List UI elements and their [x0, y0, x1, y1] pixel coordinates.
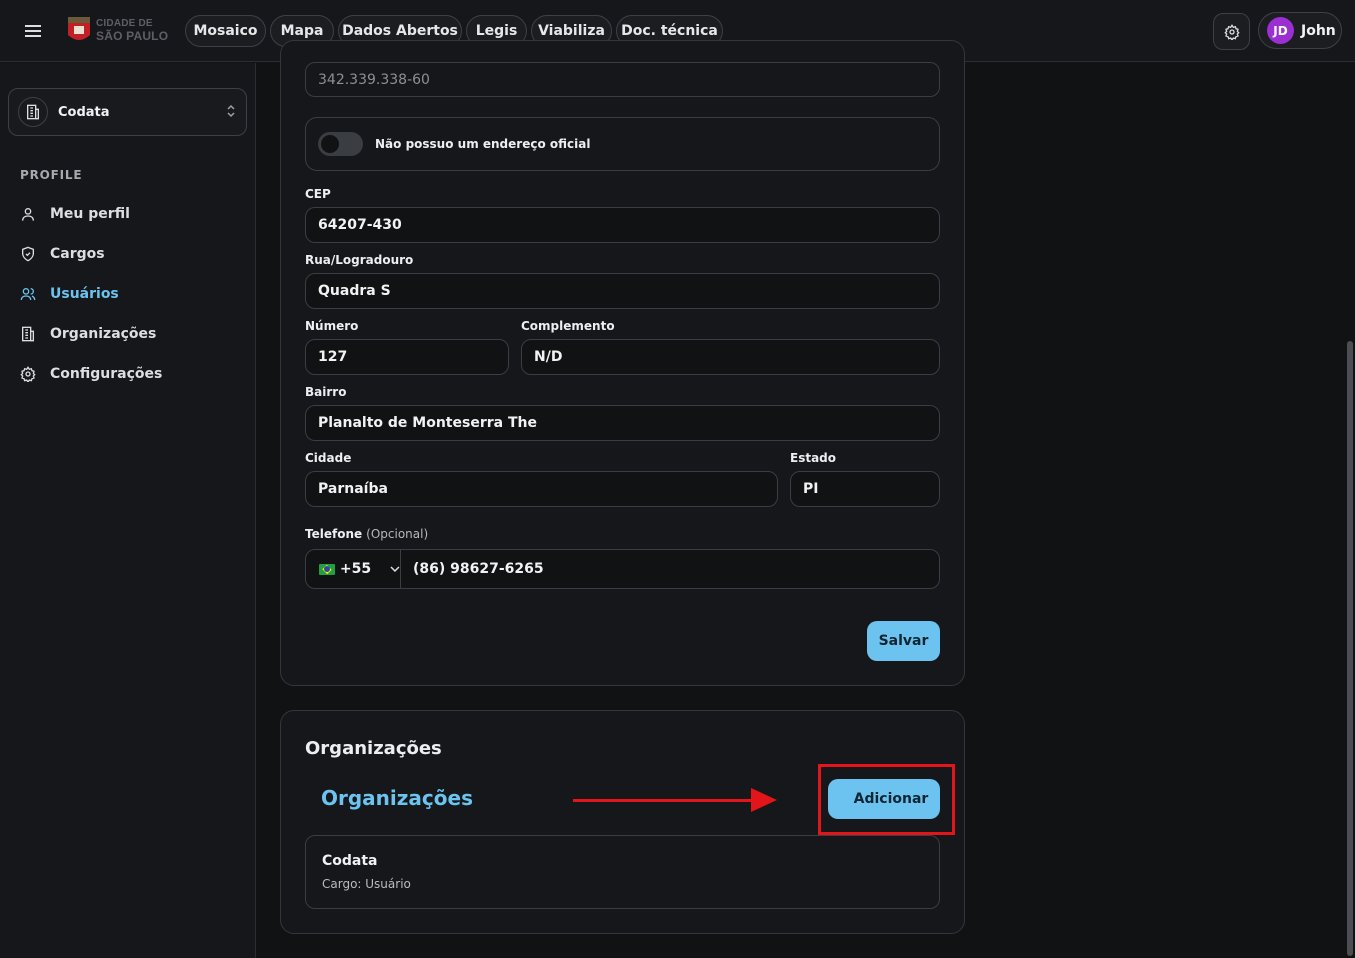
complement-field[interactable]: N/D — [521, 339, 940, 375]
shield-icon — [22, 246, 34, 262]
building-icon — [18, 97, 48, 127]
sidebar: Codata PROFILE Meu perfil Cargos Usuário… — [0, 63, 256, 958]
sidebar-item-configuracoes[interactable]: Configurações — [20, 362, 162, 386]
number-label: Número — [305, 319, 359, 333]
district-field[interactable]: Planalto de Monteserra The — [305, 405, 940, 441]
sidebar-item-label: Meu perfil — [50, 206, 130, 222]
phone-number-input[interactable]: (86) 98627-6265 — [401, 561, 544, 577]
settings-button[interactable] — [1213, 13, 1250, 50]
organization-selector[interactable]: Codata — [8, 88, 247, 136]
organization-role: Cargo: Usuário — [322, 877, 411, 891]
cep-field[interactable]: 64207-430 — [305, 207, 940, 243]
user-icon — [22, 208, 34, 221]
hamburger-menu-icon[interactable] — [20, 18, 46, 44]
city-logo[interactable]: CIDADE DE SÃO PAULO — [66, 14, 174, 46]
number-field[interactable]: 127 — [305, 339, 509, 375]
no-address-toggle-row: Não possuo um endereço oficial — [305, 117, 940, 171]
no-address-toggle[interactable] — [318, 132, 363, 156]
user-menu-button[interactable]: JD John — [1258, 12, 1342, 49]
city-crest-icon — [68, 17, 90, 40]
gear-icon — [1223, 23, 1240, 40]
chevron-up-down-icon — [227, 104, 235, 118]
chevron-down-icon — [390, 566, 400, 572]
district-label: Bairro — [305, 385, 347, 399]
no-address-toggle-label: Não possuo um endereço oficial — [375, 137, 591, 151]
organization-selector-label: Codata — [58, 104, 110, 120]
scrollbar[interactable] — [1342, 63, 1355, 958]
cep-label: CEP — [305, 187, 331, 201]
save-button[interactable]: Salvar — [867, 621, 940, 661]
nav-mosaico[interactable]: Mosaico — [185, 15, 266, 47]
organization-name: Codata — [322, 853, 378, 869]
sidebar-item-label: Usuários — [50, 286, 119, 302]
complement-label: Complemento — [521, 319, 615, 333]
toggle-knob — [321, 135, 339, 153]
scrollbar-thumb[interactable] — [1347, 341, 1353, 956]
street-field[interactable]: Quadra S — [305, 273, 940, 309]
building-icon — [21, 326, 34, 342]
phone-field: +55 (86) 98627-6265 — [305, 549, 940, 589]
cpf-field: 342.339.338-60 — [305, 62, 940, 97]
phone-label: Telefone (Opcional) — [305, 527, 428, 541]
avatar: JD — [1267, 17, 1294, 44]
sidebar-item-cargos[interactable]: Cargos — [20, 242, 105, 266]
city-field[interactable]: Parnaíba — [305, 471, 778, 507]
sidebar-section-label: PROFILE — [20, 168, 83, 182]
list-item[interactable]: Codata Cargo: Usuário — [305, 835, 940, 909]
state-label: Estado — [790, 451, 837, 465]
logo-line-2: SÃO PAULO — [96, 29, 169, 43]
phone-optional-text: (Opcional) — [366, 527, 429, 541]
sidebar-item-label: Configurações — [50, 366, 163, 382]
street-label: Rua/Logradouro — [305, 253, 414, 267]
phone-label-text: Telefone — [305, 527, 363, 541]
annotation-arrow-head — [751, 788, 777, 812]
sidebar-item-label: Cargos — [50, 246, 105, 262]
gear-icon — [20, 366, 36, 382]
state-field[interactable]: PI — [790, 471, 940, 507]
users-icon — [20, 288, 36, 301]
annotation-arrow — [573, 799, 753, 802]
add-organization-button[interactable]: Adicionar — [828, 779, 940, 819]
sidebar-item-organizacoes[interactable]: Organizações — [20, 322, 156, 346]
organizations-subtitle: Organizações — [321, 786, 473, 810]
sidebar-item-meu-perfil[interactable]: Meu perfil — [20, 202, 130, 226]
country-code-text: +55 — [339, 561, 372, 577]
sidebar-item-label: Organizações — [50, 326, 157, 342]
logo-text: CIDADE DE SÃO PAULO — [96, 18, 168, 42]
country-code-select[interactable]: +55 — [306, 550, 401, 588]
sidebar-item-usuarios[interactable]: Usuários — [20, 282, 119, 306]
user-name: John — [1301, 22, 1336, 39]
brazil-flag-icon — [319, 563, 335, 575]
organizations-card-title: Organizações — [305, 738, 442, 759]
city-label: Cidade — [305, 451, 352, 465]
